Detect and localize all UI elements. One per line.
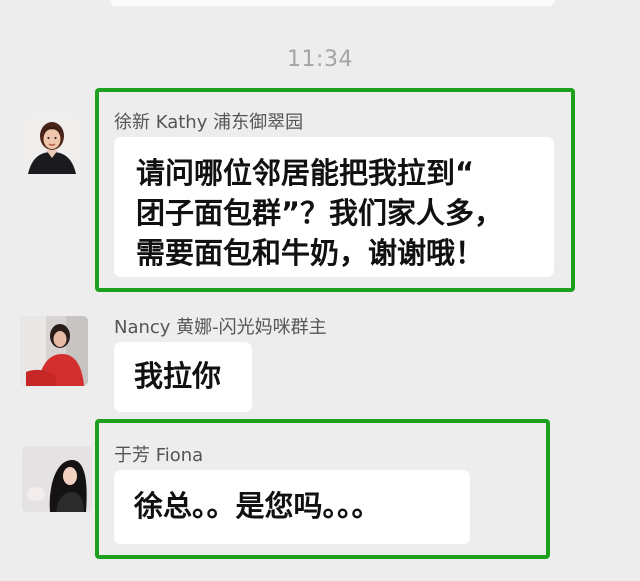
sender-avatar-kathy[interactable] <box>22 114 82 174</box>
message-text-line: 团子面包群”？我们家人多， <box>136 196 504 230</box>
woman-dark-hair-avatar-icon <box>22 446 92 512</box>
sender-avatar-fiona[interactable] <box>22 446 92 512</box>
message-text-line: 我拉你 <box>134 359 222 393</box>
woman-portrait-avatar-icon <box>22 114 82 174</box>
woman-red-dress-avatar-icon <box>20 316 88 386</box>
message-bubble[interactable]: 我拉你 <box>114 342 252 412</box>
sender-name: 于芳 Fiona <box>114 445 204 466</box>
sender-name: Nancy 黄娜-闪光妈咪群主 <box>114 317 327 338</box>
sender-avatar-nancy[interactable] <box>20 316 88 386</box>
message-bubble[interactable]: 请问哪位邻居能把我拉到“ 团子面包群”？我们家人多， 需要面包和牛奶，谢谢哦！ <box>114 137 554 277</box>
chat-timestamp: 11:34 <box>287 47 353 72</box>
message-text-line: 需要面包和牛奶，谢谢哦！ <box>136 236 485 270</box>
sender-name: 徐新 Kathy 浦东御翠园 <box>114 112 304 133</box>
previous-message-bubble-fragment <box>110 0 555 6</box>
message-bubble[interactable]: 徐总。。是您吗。。。 <box>114 470 470 544</box>
message-text-line: 请问哪位邻居能把我拉到“ <box>136 156 475 190</box>
message-text-line: 徐总。。是您吗。。。 <box>134 489 381 523</box>
